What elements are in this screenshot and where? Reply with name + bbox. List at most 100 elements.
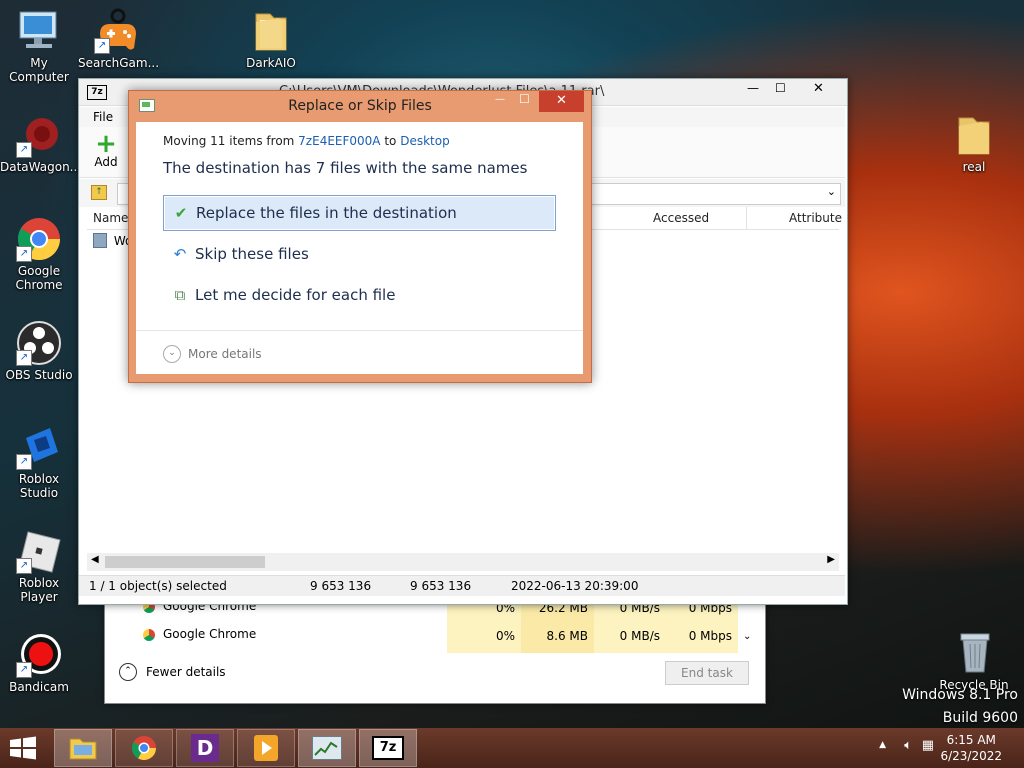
desktop-icon-my-computer[interactable]: My Computer (0, 8, 78, 84)
scrollbar-thumb[interactable] (105, 556, 265, 568)
desktop-icon-label: Roblox Studio (18, 472, 60, 500)
start-button[interactable] (8, 736, 38, 760)
clock[interactable]: 6:15 AM 6/23/2022 (940, 732, 1002, 764)
checkmark-icon: ✔ (174, 204, 188, 222)
shortcut-arrow-icon: ↗ (16, 350, 32, 366)
taskbar-7zip[interactable]: 7z (359, 729, 417, 767)
taskbar-d-app[interactable]: D (176, 729, 234, 767)
decide-each-option[interactable]: ⧉ Let me decide for each file (163, 277, 556, 313)
horizontal-scrollbar[interactable]: ◀ ▶ (87, 553, 839, 571)
process-name: Google Chrome (163, 627, 257, 641)
watermark-edition: Windows 8.1 Pro (902, 687, 1018, 703)
desktop-icon-bandicam[interactable]: ↗ Bandicam (0, 632, 78, 694)
sevenzip-logo-icon: 7z (87, 85, 107, 100)
destination-link[interactable]: Desktop (400, 134, 450, 148)
chrome-icon (131, 736, 156, 761)
desktop-icon-recycle-bin[interactable]: Recycle Bin (935, 630, 1013, 692)
taskbar-media-player[interactable] (237, 729, 295, 767)
replace-files-option[interactable]: ✔ Replace the files in the destination (163, 195, 556, 231)
desktop-icon-searchgames[interactable]: ↗ SearchGam... (78, 8, 160, 70)
clock-date: 6/23/2022 (940, 749, 1002, 763)
show-hidden-icons-icon[interactable]: ▲ (879, 740, 886, 750)
shortcut-arrow-icon: ↗ (94, 38, 110, 54)
more-details-toggle[interactable]: ⌄ More details (163, 344, 262, 364)
plus-icon: + (95, 129, 117, 159)
status-selected: 1 / 1 object(s) selected (89, 579, 227, 593)
minimize-icon[interactable]: — (747, 81, 759, 95)
source-link[interactable]: 7zE4EEF000A (298, 134, 380, 148)
recycle-bin-icon (951, 630, 997, 676)
folder-icon (951, 112, 997, 158)
status-date: 2022-06-13 20:39:00 (511, 579, 639, 593)
desktop-icon-datawagon[interactable]: ↗ DataWagon... (0, 112, 82, 174)
desktop-icon-obs[interactable]: ↗ OBS Studio (0, 320, 78, 382)
scroll-left-icon: ◀ (91, 554, 99, 565)
os-watermark: Windows 8.1 Pro Build 9600 (902, 684, 1018, 730)
folder-icon (248, 8, 294, 54)
archive-file-icon (93, 233, 107, 248)
replace-option-label: Replace the files in the destination (196, 204, 457, 222)
desktop-icon-label: Google Chrome (15, 264, 63, 292)
roblox-studio-icon: ↗ (16, 424, 62, 470)
computer-icon (16, 8, 62, 54)
volume-muted-icon[interactable]: 🔈︎ (904, 738, 912, 753)
end-task-button[interactable]: End task (665, 661, 749, 685)
taskbar-chrome[interactable] (115, 729, 173, 767)
taskbar: D 7z ▲ 🔈︎ ▦ 6:15 AM 6/23/2022 (0, 728, 1024, 768)
taskbar-task-manager[interactable] (298, 729, 356, 767)
scroll-down-icon[interactable]: ⌄ (743, 631, 751, 642)
decide-option-label: Let me decide for each file (195, 286, 396, 304)
media-player-icon (254, 735, 278, 761)
folder-icon (69, 738, 97, 760)
desktop-icon-chrome[interactable]: ↗ Google Chrome (0, 216, 78, 292)
chevron-up-icon: ⌃ (119, 663, 137, 681)
desktop-icon-darkaio[interactable]: DarkAIO (232, 8, 310, 70)
obs-icon: ↗ (16, 320, 62, 366)
up-folder-icon[interactable]: ↑ (91, 185, 107, 200)
status-size: 9 653 136 (310, 579, 372, 593)
skip-arrow-icon: ↶ (173, 245, 187, 263)
task-row[interactable]: Google Chrome 0% 8.6 MB 0 MB/s 0 Mbps ⌄ (105, 625, 765, 653)
network-icon[interactable]: ▦ (922, 738, 934, 753)
skip-files-option[interactable]: ↶ Skip these files (163, 236, 556, 272)
taskbar-file-explorer[interactable] (54, 729, 112, 767)
windows-logo-icon (10, 736, 36, 760)
fewer-details-toggle[interactable]: ⌃ Fewer details (119, 661, 226, 683)
column-attribute[interactable]: Attribute (783, 207, 843, 229)
chevron-down-icon: ⌄ (826, 185, 836, 198)
desktop-icon-label: real (962, 160, 986, 174)
memory-cell: 8.6 MB (521, 625, 594, 653)
clock-time: 6:15 AM (946, 733, 996, 747)
status-bar: 1 / 1 object(s) selected 9 653 136 9 653… (79, 575, 845, 596)
desktop-icon-roblox-studio[interactable]: ↗ Roblox Studio (0, 424, 78, 500)
desktop-icon-label: Bandicam (9, 680, 69, 694)
desktop-icon-label: DataWagon... (0, 160, 82, 174)
menu-file[interactable]: File (93, 110, 113, 124)
roblox-player-icon: ↗ (16, 528, 62, 574)
dialog-heading: The destination has 7 files with the sam… (163, 159, 528, 177)
task-manager-window: Google Chrome 0% 26.2 MB 0 MB/s 0 Mbps G… (104, 596, 766, 704)
chrome-icon: ↗ (16, 216, 62, 262)
desktop-icon-label: SearchGam... (78, 56, 160, 70)
disk-cell: 0 MB/s (594, 625, 666, 653)
close-icon[interactable]: ✕ (813, 81, 824, 96)
shortcut-arrow-icon: ↗ (16, 558, 32, 574)
shortcut-arrow-icon: ↗ (16, 246, 32, 262)
desktop-icon-real[interactable]: real (935, 112, 1013, 174)
desktop-icon-roblox-player[interactable]: ↗ Roblox Player (0, 528, 78, 604)
maximize-icon[interactable]: ☐ (519, 92, 530, 106)
chrome-icon (143, 629, 155, 641)
status-packed: 9 653 136 (410, 579, 472, 593)
desktop-icon-label: My Computer (9, 56, 69, 84)
add-label: Add (94, 155, 118, 169)
close-button[interactable]: ✕ (539, 91, 584, 112)
desktop-icon-label: DarkAIO (246, 56, 296, 70)
more-details-label: More details (188, 347, 262, 361)
chevron-down-icon: ⌄ (163, 345, 181, 363)
add-button[interactable]: + Add (89, 129, 123, 169)
to-word: to (380, 134, 401, 148)
column-accessed[interactable]: Accessed (647, 207, 747, 229)
maximize-icon[interactable]: ☐ (775, 81, 786, 95)
file-row[interactable]: Wo (93, 233, 132, 251)
minimize-icon[interactable]: — (495, 94, 505, 105)
